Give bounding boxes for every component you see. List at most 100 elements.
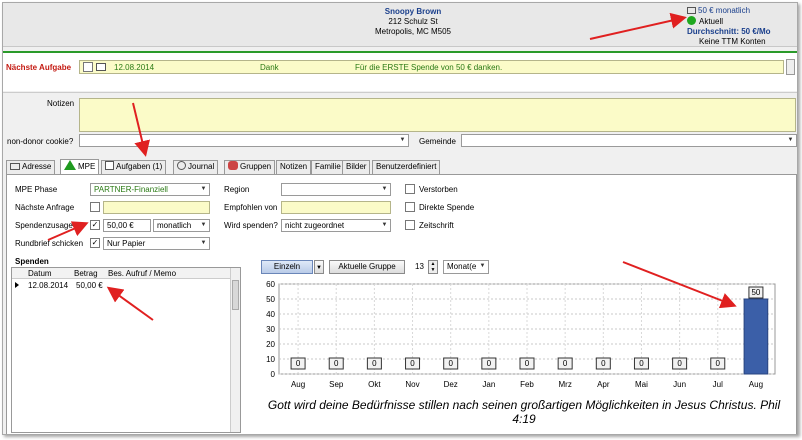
x-tick-label: Mai — [635, 380, 648, 389]
chevron-down-icon: ▼ — [316, 265, 322, 271]
contact-street: 212 Schulz St — [388, 17, 438, 26]
tab-notizen[interactable]: Notizen — [276, 160, 312, 174]
next-request-checkbox[interactable] — [90, 202, 100, 212]
gemeinde-select[interactable]: ▼ — [461, 134, 797, 147]
tab-mpe[interactable]: MPE — [60, 159, 100, 174]
y-tick-label: 50 — [266, 295, 275, 304]
mpe-phase-select[interactable]: PARTNER-Finanziell ▼ — [90, 183, 210, 196]
y-tick-label: 40 — [266, 310, 275, 319]
y-tick-label: 0 — [271, 370, 276, 379]
chevron-down-icon: ▼ — [200, 222, 207, 228]
column-header-date[interactable]: Datum — [28, 269, 52, 278]
contact-header: Snoopy Brown 212 Schulz St Metropolis, M… — [3, 3, 797, 47]
row-pointer-icon — [15, 282, 19, 288]
chart-bar — [743, 298, 769, 375]
single-dropdown-button[interactable]: ▼ — [314, 260, 324, 274]
direct-gift-checkbox[interactable] — [405, 202, 415, 212]
data-label: 50 — [751, 288, 760, 297]
pledge-frequency-select[interactable]: monatlich ▼ — [153, 219, 210, 232]
newsletter-checkbox[interactable]: ✓ — [90, 238, 100, 248]
tab-label: Aufgaben (1) — [116, 162, 163, 171]
x-tick-label: Aug — [291, 380, 305, 389]
data-label: 0 — [334, 359, 339, 368]
notes-field[interactable] — [79, 98, 796, 132]
app-window: Snoopy Brown 212 Schulz St Metropolis, M… — [2, 2, 798, 435]
gifts-title: Spenden — [15, 257, 49, 266]
newsletter-label: Rundbrief schicken — [15, 239, 84, 248]
pledge-amount-field[interactable]: 50,00 € — [103, 219, 151, 232]
tab-label: Benutzerdefiniert — [376, 162, 437, 171]
tab-benutzerdefiniert[interactable]: Benutzerdefiniert — [372, 160, 441, 174]
tab-label: Journal — [188, 162, 215, 171]
notes-label: Notizen — [47, 99, 75, 108]
chevron-down-icon: ▼ — [787, 137, 794, 143]
contact-name: Snoopy Brown — [384, 7, 442, 16]
data-label: 0 — [716, 359, 721, 368]
data-label: 0 — [563, 359, 568, 368]
x-tick-label: Apr — [597, 380, 610, 389]
single-button[interactable]: Einzeln — [261, 260, 313, 274]
next-task-label: Nächste Aufgabe — [6, 63, 72, 72]
average-status: Durchschnitt: 50 €/Mo — [687, 27, 771, 36]
gemeinde-label: Gemeinde — [419, 137, 456, 146]
tab-bilder[interactable]: Bilder — [342, 160, 371, 174]
tab-familie[interactable]: Familie — [311, 160, 345, 174]
pledge-label: Spendenzusage — [15, 221, 73, 230]
bible-verse: Gott wird deine Bedürfnisse stillen nach… — [267, 398, 781, 426]
x-tick-label: Jun — [673, 380, 686, 389]
magazine-checkbox[interactable] — [405, 220, 415, 230]
period-count-spinner[interactable]: ▲ ▼ — [428, 260, 438, 274]
y-tick-label: 60 — [266, 280, 275, 289]
mpe-phase-label: MPE Phase — [15, 185, 58, 194]
tab-journal[interactable]: Journal — [173, 160, 219, 174]
chevron-down-icon: ▼ — [200, 186, 207, 192]
y-tick-label: 10 — [266, 355, 275, 364]
x-tick-label: Aug — [749, 380, 763, 389]
chevron-down-icon: ▼ — [381, 186, 388, 192]
tab-gruppen[interactable]: Gruppen — [224, 160, 276, 174]
cookie-select[interactable]: ▼ — [79, 134, 409, 147]
envelope-icon — [687, 7, 696, 14]
pledge-checkbox[interactable]: ✓ — [90, 220, 100, 230]
will-give-select[interactable]: nicht zugeordnet ▼ — [281, 219, 391, 232]
task-type: Dank — [260, 63, 279, 72]
status-dot-icon — [687, 16, 696, 25]
task-date: 12.08.2014 — [114, 63, 155, 72]
x-tick-label: Mrz — [558, 380, 571, 389]
data-label: 0 — [525, 359, 530, 368]
chevron-down-icon: ▼ — [399, 137, 406, 143]
task-done-checkbox[interactable] — [83, 62, 93, 72]
mail-icon — [96, 63, 106, 71]
table-row[interactable]: 12.08.2014 50,00 € — [12, 280, 230, 291]
task-scroll-icon[interactable] — [786, 59, 795, 75]
data-label: 0 — [677, 359, 682, 368]
chevron-down-icon: ▼ — [200, 240, 207, 246]
next-request-field[interactable] — [103, 201, 210, 214]
gifts-table: Datum Betrag Bes. Aufruf / Memo 12.08.20… — [11, 267, 241, 433]
tab-adresse[interactable]: Adresse — [6, 160, 56, 174]
deceased-checkbox[interactable] — [405, 184, 415, 194]
column-header-amount[interactable]: Betrag — [74, 269, 98, 278]
next-task-field[interactable]: 12.08.2014 Dank Für die ERSTE Spende von… — [79, 60, 784, 74]
data-label: 0 — [372, 359, 377, 368]
card-icon — [10, 163, 20, 170]
magazine-label: Zeitschrift — [419, 221, 454, 230]
gifts-scrollbar[interactable] — [230, 268, 240, 432]
column-header-memo[interactable]: Bes. Aufruf / Memo — [108, 269, 176, 278]
triangle-icon — [64, 160, 76, 170]
tab-aufgaben[interactable]: Aufgaben (1) — [101, 160, 167, 174]
monthly-status: 50 € monatlich — [698, 6, 751, 15]
direct-gift-label: Direkte Spende — [419, 203, 475, 212]
referred-field[interactable] — [281, 201, 391, 214]
current-group-button[interactable]: Aktuelle Gruppe — [329, 260, 405, 274]
region-select[interactable]: ▼ — [281, 183, 391, 196]
gift-amount: 50,00 € — [76, 281, 103, 290]
next-request-label: Nächste Anfrage — [15, 203, 75, 212]
period-unit-value: Monat(e — [447, 262, 477, 271]
newsletter-select[interactable]: Nur Papier ▼ — [103, 237, 210, 250]
x-tick-label: Okt — [368, 380, 381, 389]
x-tick-label: Nov — [405, 380, 419, 389]
period-unit-select[interactable]: Monat(e ▼ — [443, 260, 489, 274]
ttm-status: Keine TTM Konten — [699, 37, 766, 46]
pledge-frequency-value: monatlich — [157, 221, 192, 230]
